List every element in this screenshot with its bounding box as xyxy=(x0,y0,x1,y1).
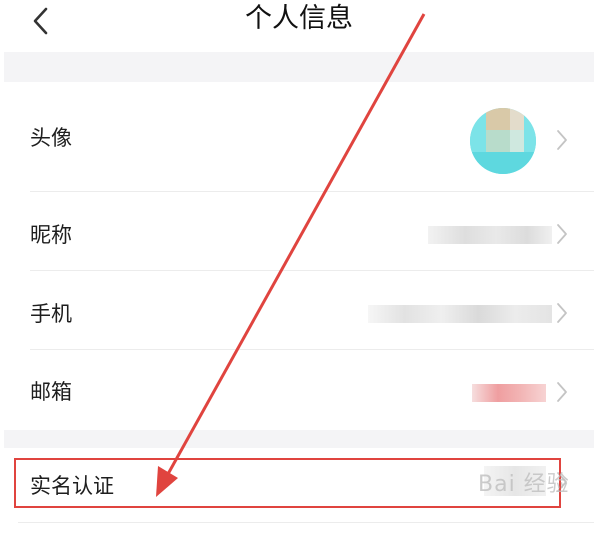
baidu-watermark: Bai 经验 xyxy=(478,472,570,497)
nickname-value-redacted xyxy=(428,226,552,244)
nickname-row[interactable]: 昵称 xyxy=(4,192,594,271)
avatar-row[interactable]: 头像 xyxy=(4,82,594,192)
chevron-right-icon xyxy=(557,130,567,150)
avatar-label: 头像 xyxy=(30,126,72,150)
email-label: 邮箱 xyxy=(30,380,72,404)
avatar[interactable] xyxy=(470,108,536,174)
phone-value-redacted xyxy=(368,305,552,323)
profile-info-card: 头像 昵称 手机 邮箱 xyxy=(4,82,594,430)
email-row[interactable]: 邮箱 xyxy=(4,350,594,430)
phone-label: 手机 xyxy=(30,302,72,326)
chevron-right-icon xyxy=(557,382,567,402)
chevron-right-icon xyxy=(557,224,567,244)
chevron-right-icon xyxy=(557,303,567,323)
phone-row[interactable]: 手机 xyxy=(4,271,594,350)
nickname-label: 昵称 xyxy=(30,223,72,247)
top-nav-bar: 个人信息 xyxy=(4,0,594,52)
email-value-redacted xyxy=(472,384,546,402)
row-divider xyxy=(18,522,594,523)
page-title: 个人信息 xyxy=(245,3,353,34)
